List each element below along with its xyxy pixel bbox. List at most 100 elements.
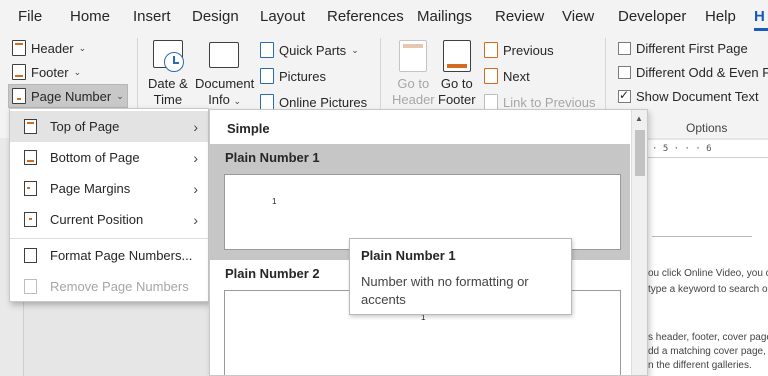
pictures-label: Pictures bbox=[279, 68, 326, 84]
header-icon bbox=[12, 40, 26, 56]
header-boundary-line bbox=[652, 236, 752, 237]
page-number-button[interactable]: Page Number ⌄ bbox=[12, 88, 124, 104]
chevron-down-icon: ⌄ bbox=[233, 96, 242, 106]
next-label: Next bbox=[503, 68, 530, 84]
menu-item-current-position[interactable]: Current Position › bbox=[10, 204, 208, 235]
tab-header-footer[interactable]: H bbox=[754, 8, 768, 31]
menu-item-label: Top of Page bbox=[50, 119, 120, 134]
next-button[interactable]: Next bbox=[484, 68, 530, 84]
tab-home[interactable]: Home bbox=[70, 8, 110, 25]
chevron-down-icon: ⌄ bbox=[78, 42, 87, 53]
chevron-right-icon: › bbox=[193, 149, 198, 166]
page-number-icon bbox=[12, 88, 26, 104]
chevron-right-icon: › bbox=[193, 211, 198, 228]
tab-references[interactable]: References bbox=[327, 8, 404, 25]
document-text-line: dd a matching cover page, he bbox=[648, 346, 768, 357]
bottom-of-page-icon bbox=[24, 150, 37, 165]
page-number-preview: 1 bbox=[272, 197, 277, 206]
current-position-icon bbox=[24, 212, 37, 227]
footer-icon bbox=[12, 64, 26, 80]
remove-page-numbers-icon bbox=[24, 279, 37, 294]
pictures-button[interactable]: Pictures bbox=[260, 68, 326, 84]
tab-view[interactable]: View bbox=[562, 8, 594, 25]
tab-help[interactable]: Help bbox=[705, 8, 736, 25]
tab-developer[interactable]: Developer bbox=[618, 8, 686, 25]
checkbox-icon[interactable] bbox=[618, 42, 631, 55]
go-to-footer-label: Go to Footer bbox=[438, 76, 476, 107]
document-text-line: type a keyword to search onl bbox=[648, 284, 768, 295]
quick-parts-button[interactable]: Quick Parts ⌄ bbox=[260, 42, 359, 58]
menu-item-page-margins[interactable]: Page Margins › bbox=[10, 173, 208, 204]
previous-icon bbox=[484, 42, 498, 58]
footer-label: Footer bbox=[31, 64, 69, 80]
online-pictures-button[interactable]: Online Pictures bbox=[260, 94, 367, 110]
menu-item-label: Bottom of Page bbox=[50, 150, 140, 165]
ribbon-tab-bar: File Home Insert Design Layout Reference… bbox=[0, 0, 768, 34]
checkbox-icon[interactable] bbox=[618, 88, 631, 103]
footer-button[interactable]: Footer ⌄ bbox=[12, 64, 81, 80]
tab-layout[interactable]: Layout bbox=[260, 8, 305, 25]
page-margins-icon bbox=[24, 181, 37, 196]
tab-file[interactable]: File bbox=[18, 8, 42, 25]
chevron-right-icon: › bbox=[193, 118, 198, 135]
header-button[interactable]: Header ⌄ bbox=[12, 40, 86, 56]
page-number-menu: Top of Page › Bottom of Page › Page Marg… bbox=[9, 108, 209, 302]
document-text-line: n the different galleries. bbox=[648, 360, 752, 371]
next-icon bbox=[484, 68, 498, 84]
online-pictures-icon bbox=[260, 94, 274, 110]
chevron-down-icon: ⌄ bbox=[73, 66, 82, 77]
previous-label: Previous bbox=[503, 42, 554, 58]
tab-mailings[interactable]: Mailings bbox=[417, 8, 472, 25]
different-odd-even-checkbox[interactable]: Different Odd & Even P bbox=[618, 65, 768, 80]
tooltip-title: Plain Number 1 bbox=[361, 248, 456, 263]
menu-item-label: Page Margins bbox=[50, 181, 131, 196]
quick-parts-icon bbox=[260, 42, 274, 58]
tooltip: Plain Number 1 Number with no formatting… bbox=[349, 238, 572, 315]
online-pictures-label: Online Pictures bbox=[279, 94, 368, 110]
document-info-icon bbox=[209, 42, 239, 68]
format-page-numbers-icon bbox=[24, 248, 37, 263]
menu-item-label: Remove Page Numbers bbox=[50, 279, 189, 294]
clock-icon bbox=[164, 52, 184, 72]
menu-item-format-page-numbers[interactable]: Format Page Numbers... bbox=[10, 240, 208, 271]
quick-parts-label: Quick Parts bbox=[279, 42, 347, 58]
go-to-header-icon bbox=[399, 40, 427, 72]
show-document-text-label: Show Document Text bbox=[636, 89, 759, 104]
menu-item-label: Format Page Numbers... bbox=[50, 248, 193, 263]
menu-item-bottom-of-page[interactable]: Bottom of Page › bbox=[10, 142, 208, 173]
chevron-right-icon: › bbox=[193, 180, 198, 197]
header-label: Header bbox=[31, 40, 74, 56]
tab-design[interactable]: Design bbox=[192, 8, 239, 25]
pictures-icon bbox=[260, 68, 274, 84]
horizontal-ruler: · 5 · · · 6 bbox=[648, 140, 768, 158]
link-icon bbox=[484, 94, 498, 110]
gallery-item-label: Plain Number 1 bbox=[225, 150, 320, 165]
document-page[interactable] bbox=[648, 158, 768, 376]
tooltip-description: Number with no formatting or accents bbox=[361, 274, 529, 307]
link-to-previous-button[interactable]: Link to Previous bbox=[484, 94, 596, 110]
show-document-text-checkbox[interactable]: Show Document Text bbox=[618, 88, 759, 104]
go-to-footer-icon bbox=[443, 40, 471, 72]
date-time-label: Date & Time bbox=[148, 76, 188, 107]
page-number-label: Page Number bbox=[31, 88, 112, 104]
different-first-page-checkbox[interactable]: Different First Page bbox=[618, 41, 748, 56]
menu-item-top-of-page[interactable]: Top of Page › bbox=[10, 111, 208, 142]
chevron-down-icon: ⌄ bbox=[116, 90, 124, 101]
gallery-scrollbar[interactable]: ▲ bbox=[631, 110, 647, 375]
tab-review[interactable]: Review bbox=[495, 8, 544, 25]
document-text-line: s header, footer, cover page, bbox=[648, 332, 768, 343]
document-text-line: ou click Online Video, you ca bbox=[648, 268, 768, 279]
menu-item-label: Current Position bbox=[50, 212, 144, 227]
previous-button[interactable]: Previous bbox=[484, 42, 554, 58]
menu-item-remove-page-numbers[interactable]: Remove Page Numbers bbox=[10, 271, 208, 302]
options-group-label: Options bbox=[686, 121, 728, 135]
document-info-label: Document Info ⌄ bbox=[195, 76, 255, 107]
go-to-header-label: Go to Header bbox=[392, 76, 435, 107]
tab-insert[interactable]: Insert bbox=[133, 8, 171, 25]
top-of-page-icon bbox=[24, 119, 37, 134]
checkbox-icon[interactable] bbox=[618, 66, 631, 79]
different-odd-even-label: Different Odd & Even P bbox=[636, 65, 768, 80]
scrollbar-thumb[interactable] bbox=[635, 130, 645, 176]
different-first-page-label: Different First Page bbox=[636, 41, 748, 56]
scroll-up-arrow-icon[interactable]: ▲ bbox=[635, 114, 643, 123]
